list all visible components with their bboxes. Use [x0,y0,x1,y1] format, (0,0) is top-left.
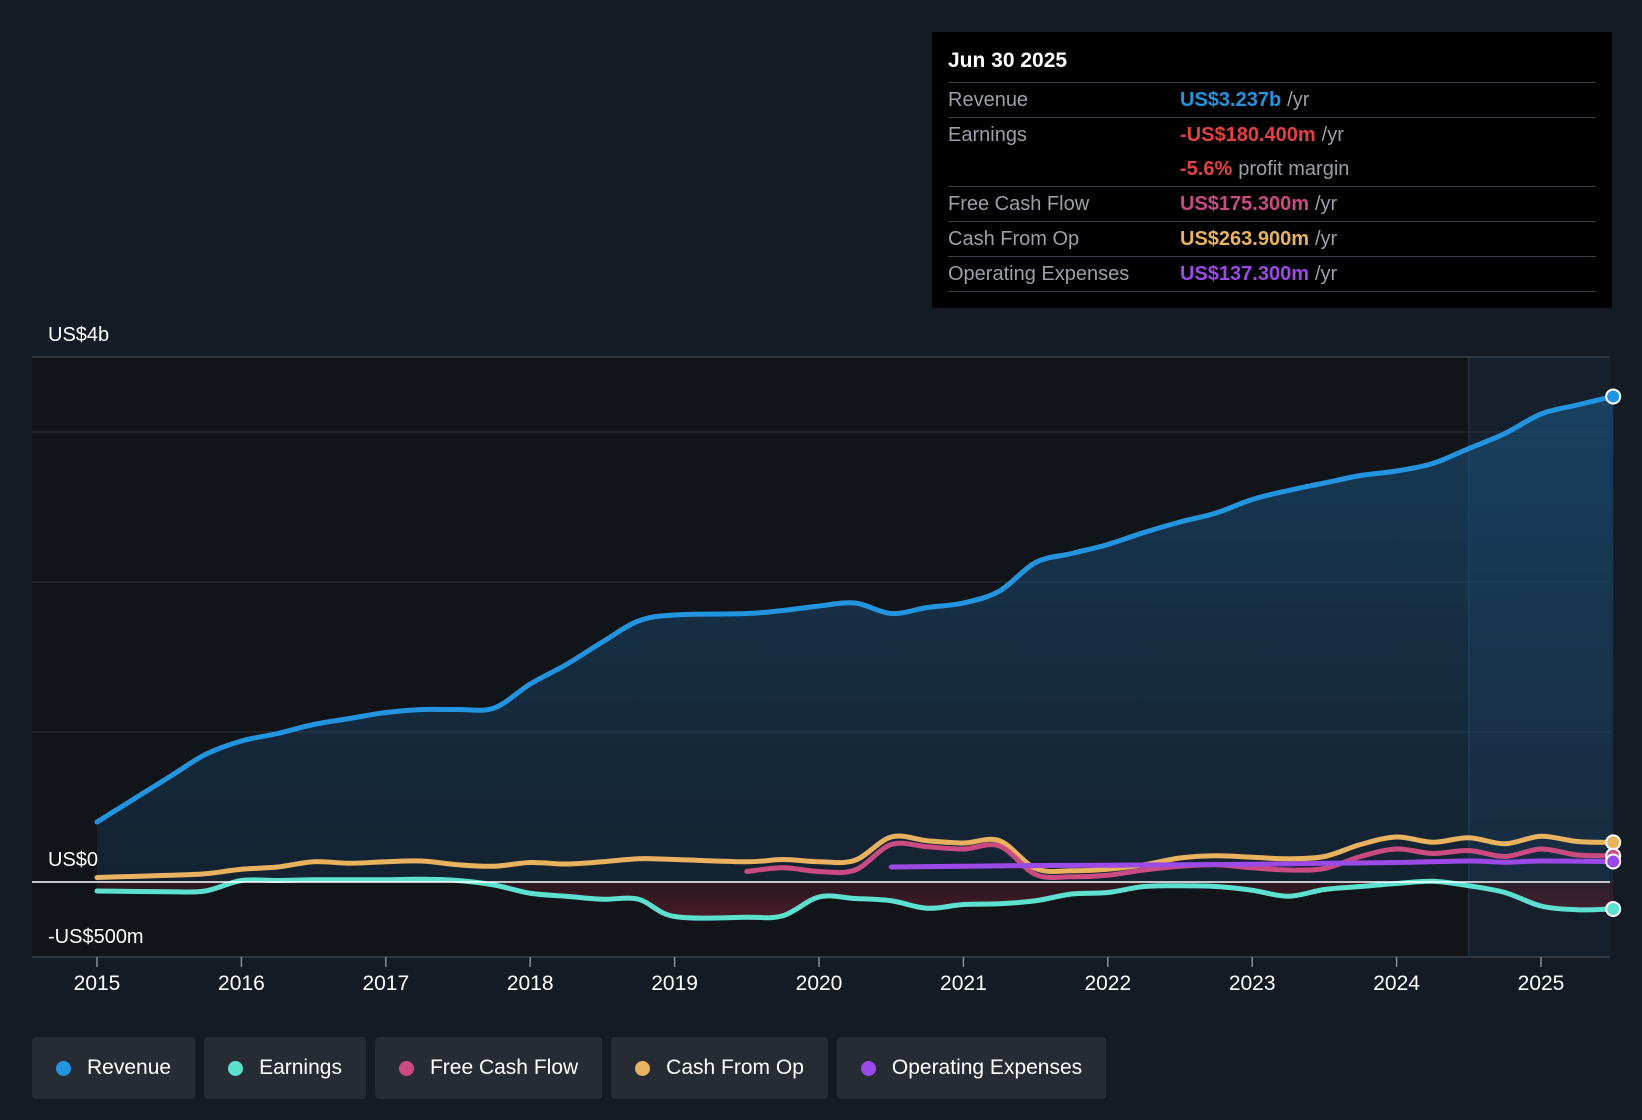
legend-item-earnings[interactable]: Earnings [204,1037,366,1099]
tooltip-row-opex: Operating Expenses US$137.300m /yr [948,257,1596,292]
tooltip-row-margin: -5.6% profit margin [948,152,1596,187]
tooltip-row-revenue: Revenue US$3.237b /yr [948,83,1596,118]
series-endpoint-earnings [1605,901,1622,917]
tooltip-unit: profit margin [1238,158,1350,180]
legend-dot-icon [635,1060,651,1076]
x-tick-label: 2022 [1084,972,1131,995]
x-tick-label: 2024 [1373,972,1420,995]
tooltip-date: Jun 30 2025 [948,46,1596,83]
y-tick-label: -US$500m [48,926,144,948]
tooltip-row-fcf: Free Cash Flow US$175.300m /yr [948,187,1596,222]
y-tick-label: US$0 [48,849,98,871]
x-tick-label: 2019 [651,972,698,995]
tooltip-panel: Jun 30 2025 Revenue US$3.237b /yr Earnin… [932,32,1612,308]
legend-label: Operating Expenses [891,1056,1083,1079]
tooltip-unit: /yr [1314,263,1338,285]
legend-dot-icon [860,1060,876,1076]
tooltip-label: Earnings [948,124,1027,146]
legend-item-revenue[interactable]: Revenue [32,1037,196,1099]
y-tick-label: US$4b [48,324,109,346]
series-endpoint-operating-expenses [1605,853,1622,870]
x-tick-label: 2017 [362,972,409,995]
series-endpoint-revenue [1605,388,1622,405]
tooltip-value: US$3.237b [1180,89,1282,111]
legend-dot-icon [228,1060,244,1076]
tooltip-label: Revenue [948,89,1029,111]
tooltip-label: Operating Expenses [948,263,1130,285]
x-tick-label: 2016 [218,972,265,995]
tooltip-value: US$137.300m [1180,263,1309,285]
tooltip-label [948,152,1180,186]
legend-label: Cash From Op [666,1056,804,1079]
series-endpoint-cash-from-op [1605,834,1622,851]
tooltip-row-cfo: Cash From Op US$263.900m /yr [948,222,1596,257]
x-tick-label: 2015 [74,972,121,995]
legend-label: Revenue [87,1056,172,1079]
x-tick-label: 2025 [1518,972,1565,995]
legend-dot-icon [56,1060,71,1076]
tooltip-label: Free Cash Flow [948,193,1090,215]
tooltip-label: Cash From Op [948,228,1080,250]
legend-item-cash-from-op[interactable]: Cash From Op [611,1037,828,1099]
legend-label: Earnings [259,1056,342,1079]
tooltip-unit: /yr [1287,89,1310,111]
tooltip-unit: /yr [1321,124,1344,146]
tooltip-unit: /yr [1314,228,1338,250]
tooltip-value: -5.6% [1180,158,1233,180]
legend-label: Free Cash Flow [429,1056,579,1079]
legend-item-free-cash-flow[interactable]: Free Cash Flow [374,1037,603,1099]
tooltip-value: US$263.900m [1180,228,1309,250]
tooltip-unit: /yr [1314,193,1338,215]
x-tick-label: 2018 [507,972,554,995]
tooltip-value: US$175.300m [1180,193,1309,215]
x-tick-label: 2021 [940,972,987,995]
legend: Revenue Earnings Free Cash Flow Cash Fro… [32,1037,1107,1099]
x-tick-label: 2020 [796,972,843,995]
x-tick-label: 2023 [1229,972,1276,995]
tooltip-row-earnings: Earnings -US$180.400m /yr [948,118,1596,152]
legend-dot-icon [398,1060,414,1076]
legend-item-operating-expenses[interactable]: Operating Expenses [836,1037,1107,1099]
tooltip-value: -US$180.400m [1180,124,1316,146]
